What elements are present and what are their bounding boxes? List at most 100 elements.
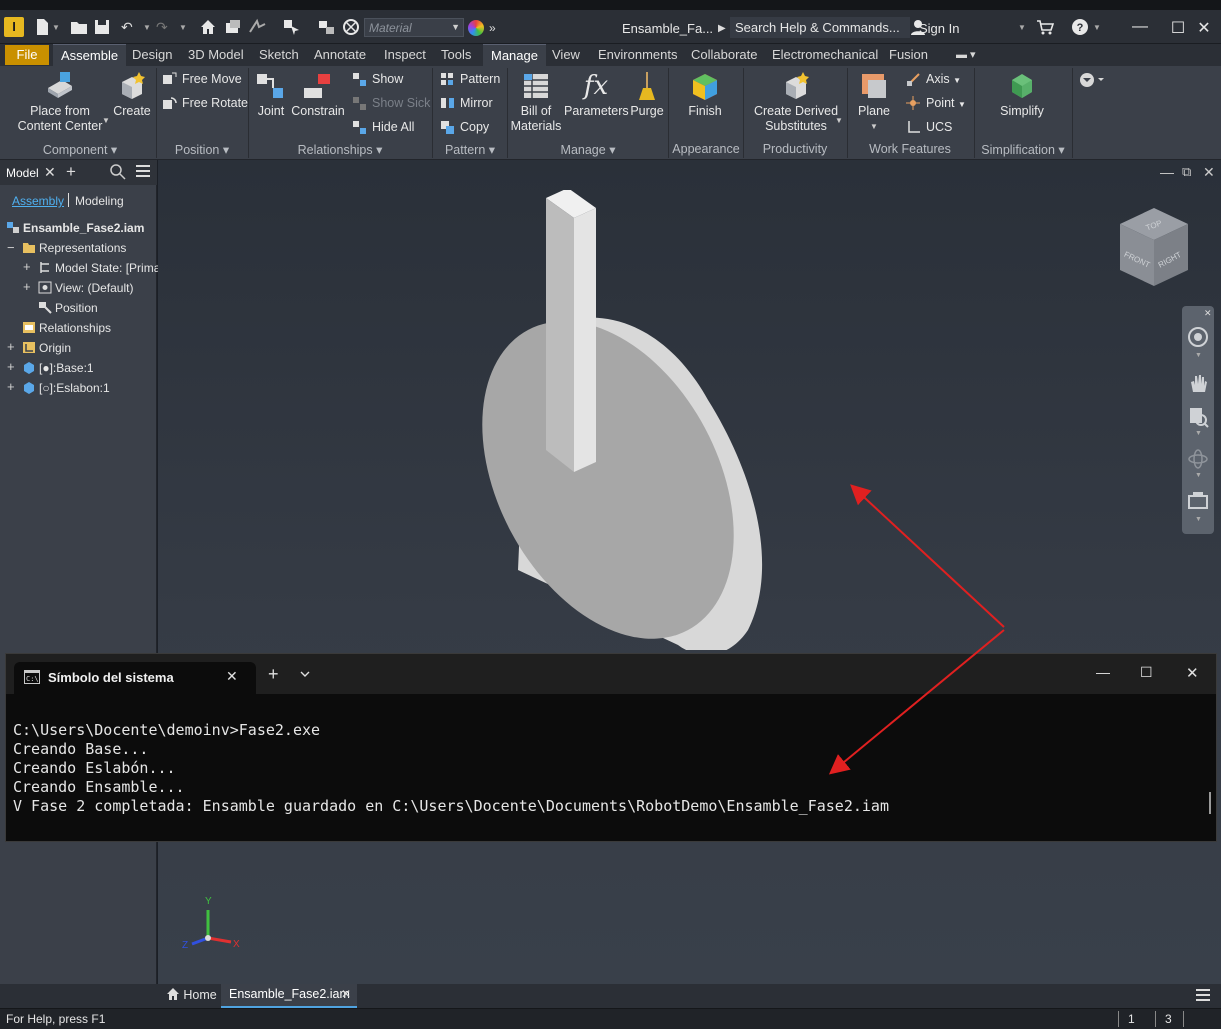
finish-button[interactable]: Finish [676,70,734,119]
new-tab-icon[interactable]: + [268,664,279,685]
create-component-button[interactable]: Create [110,70,154,119]
tab-assemble[interactable]: Assemble [53,44,127,66]
save-icon[interactable] [94,18,110,36]
tab-design[interactable]: Design [124,44,180,66]
tree-item-representations[interactable]: Representations [22,238,126,258]
assembly-model[interactable] [458,190,778,650]
select-filter-icon[interactable] [282,18,302,36]
viewport-restore-icon[interactable]: ⧉ [1182,164,1191,180]
tab-file[interactable]: File [5,45,49,65]
plane-dropdown-icon[interactable]: ▼ [852,119,896,134]
free-rotate-button[interactable]: Free Rotate [162,94,248,112]
bill-of-materials-button[interactable]: Bill of Materials [508,70,564,134]
copy-button[interactable]: Copy [440,118,489,136]
minimize-icon[interactable]: — [1128,18,1152,36]
menu-icon[interactable] [136,164,150,181]
point-button[interactable]: Point ▼ [906,94,966,112]
help-icon[interactable]: ? [1071,18,1089,36]
view-face-icon[interactable] [1187,490,1209,512]
maximize-icon[interactable]: ☐ [1166,18,1190,38]
dropdown-icon[interactable]: ▼ [1195,472,1202,479]
manage-panel-label[interactable]: Manage ▾ [510,142,666,157]
graphics-viewport[interactable]: — ⧉ ✕ TOP FRONT RIGHT ✕ ▼ ▼ ▼ ▼ Y X Z [158,160,1221,984]
tabs-menu-icon[interactable] [1196,988,1210,1005]
pan-hand-icon[interactable] [1187,372,1209,394]
ribbon-options-icon[interactable] [1079,72,1107,91]
help-dropdown-icon[interactable]: ▼ [1093,19,1101,37]
new-dropdown-icon[interactable]: ▼ [52,19,60,37]
terminal-minimize-icon[interactable]: — [1096,664,1110,680]
material-select[interactable]: Material ▼ [364,18,464,37]
expand-icon[interactable]: + [23,259,31,274]
purge-button[interactable]: Purge [628,70,666,119]
dropdown-icon[interactable]: ▼ [1195,352,1202,359]
tab-electromechanical[interactable]: Electromechanical [764,44,886,66]
show-sick-button[interactable]: Show Sick [352,94,430,112]
tab-inspect[interactable]: Inspect [376,44,434,66]
show-button[interactable]: Show [352,70,403,88]
viewport-close-icon[interactable]: ✕ [1203,164,1215,181]
tab-ensamble-fase2[interactable]: Ensamble_Fase2.iam ✕ [221,984,357,1008]
tree-item-origin[interactable]: Origin [22,338,71,358]
derived-dropdown-icon[interactable]: ▼ [835,116,843,125]
tab-3d-model[interactable]: 3D Model [180,44,252,66]
position-panel-label[interactable]: Position ▾ [160,142,244,157]
terminal-maximize-icon[interactable]: ☐ [1140,664,1153,681]
tab-sketch[interactable]: Sketch [251,44,307,66]
open-folder-icon[interactable] [70,18,88,36]
hide-all-button[interactable]: Hide All [352,118,414,136]
cart-icon[interactable] [1036,18,1055,36]
model-tab[interactable]: Model [6,166,39,180]
overflow-icon[interactable]: » [489,19,496,37]
terminal-scrollbar[interactable] [1209,792,1211,814]
axis-dropdown-icon[interactable]: ▼ [953,76,961,85]
tab-collaborate[interactable]: Collaborate [683,44,766,66]
tab-tools[interactable]: Tools [433,44,479,66]
expand-icon[interactable]: + [7,339,15,354]
undo-dropdown-icon[interactable]: ▼ [143,19,151,37]
tree-item-model-state[interactable]: Model State: [Primar [38,258,164,278]
expand-icon[interactable]: + [23,279,31,294]
tree-item-relationships[interactable]: Relationships [22,318,111,338]
relationships-panel-label[interactable]: Relationships ▾ [252,142,428,157]
add-browser-icon[interactable]: + [66,162,76,182]
expand-icon[interactable]: + [7,359,15,374]
tree-root[interactable]: Ensamble_Fase2.iam [6,218,144,238]
navbar-close-icon[interactable]: ✕ [1204,308,1212,319]
place-dropdown-icon[interactable]: ▼ [102,116,110,125]
close-tab-icon[interactable]: ✕ [226,668,238,685]
home-tab[interactable]: Home [166,987,217,1002]
point-dropdown-icon[interactable]: ▼ [958,100,966,109]
home-icon[interactable] [200,18,216,36]
measure-icon[interactable] [318,18,336,36]
search-input[interactable]: Search Help & Commands... [730,17,910,38]
collapse-icon[interactable]: − [7,240,15,255]
create-derived-substitutes-button[interactable]: Create Derived Substitutes [750,70,842,134]
search-icon[interactable] [110,164,126,183]
axis-button[interactable]: Axis ▼ [906,70,961,88]
orbit-icon[interactable] [1187,448,1209,470]
parameters-button[interactable]: fx Parameters [564,70,629,119]
project-icon[interactable] [224,18,242,36]
appearance-icon[interactable] [468,20,484,36]
tab-environments[interactable]: Environments [590,44,685,66]
close-browser-icon[interactable]: ✕ [44,164,56,181]
close-tab-icon[interactable]: ✕ [341,987,351,1001]
assembly-subtab[interactable]: Assembly [12,194,64,208]
joint-button[interactable]: Joint [252,70,290,119]
sign-in-link[interactable]: Sign In [919,21,959,36]
viewport-minimize-icon[interactable]: — [1160,164,1174,180]
mirror-button[interactable]: Mirror [440,94,493,112]
expand-icon[interactable]: + [7,379,15,394]
tab-annotate[interactable]: Annotate [306,44,374,66]
undo-icon[interactable]: ↶ [121,18,133,36]
tree-item-view[interactable]: View: (Default) [38,278,133,298]
simplify-button[interactable]: Simplify [990,70,1054,119]
redo-icon[interactable]: ↷ [156,18,168,36]
redo-dropdown-icon[interactable]: ▼ [179,19,187,37]
tree-item-base[interactable]: [●]:Base:1 [22,358,94,378]
new-file-icon[interactable] [34,18,50,36]
update-icon[interactable] [247,18,269,36]
dropdown-icon[interactable]: ▼ [1195,430,1202,437]
plane-button[interactable]: Plane ▼ [852,70,896,134]
